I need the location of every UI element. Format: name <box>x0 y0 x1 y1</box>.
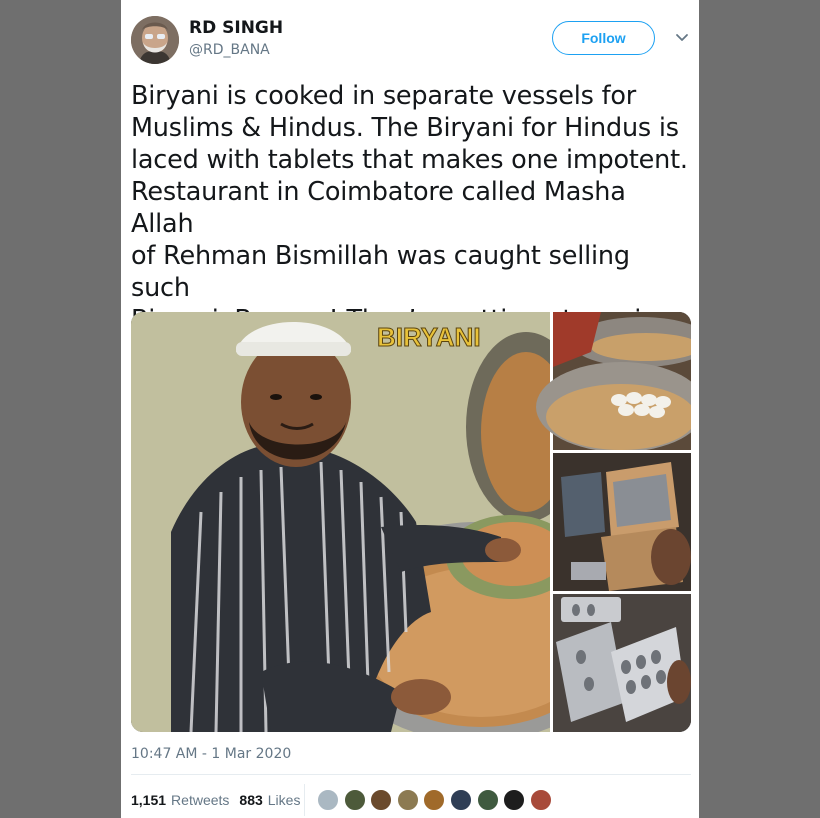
liker-avatars <box>317 789 556 811</box>
side-photo-boxes[interactable] <box>553 453 691 591</box>
liker-avatar[interactable] <box>423 789 446 811</box>
photo-caption: BIRYANI <box>377 322 481 352</box>
liker-avatar[interactable] <box>317 789 339 811</box>
side-photo-tablets[interactable] <box>553 594 691 732</box>
tweet-timestamp[interactable]: 10:47 AM - 1 Mar 2020 <box>131 746 291 762</box>
liker-avatar[interactable] <box>343 789 366 811</box>
chevron-down-icon[interactable] <box>675 30 689 44</box>
author-handle[interactable]: @RD_BANA <box>189 42 270 58</box>
side-photo-eggs[interactable] <box>536 312 691 452</box>
liker-avatar[interactable] <box>476 789 499 811</box>
author-name[interactable]: RD SINGH <box>189 18 283 38</box>
retweets-stat[interactable]: 1,151 Retweets <box>131 792 229 808</box>
retweets-count: 1,151 <box>131 792 167 808</box>
stats-separator <box>304 784 305 816</box>
liker-avatar[interactable] <box>449 789 472 811</box>
tweet-media[interactable]: BIRYANI <box>131 312 691 732</box>
liker-avatar[interactable] <box>529 789 552 811</box>
likes-label: Likes <box>267 792 301 808</box>
liker-avatar[interactable] <box>370 789 393 811</box>
likes-stat[interactable]: 883 Likes <box>239 792 300 808</box>
tweet-stats: 1,151 Retweets 883 Likes <box>131 790 300 810</box>
follow-button[interactable]: Follow <box>552 21 655 55</box>
avatar-image <box>131 16 179 64</box>
liker-avatar[interactable] <box>503 789 526 811</box>
likes-count: 883 <box>239 792 263 808</box>
liker-avatar[interactable] <box>396 789 419 811</box>
avatar[interactable] <box>131 16 179 64</box>
retweets-label: Retweets <box>171 792 230 808</box>
stats-divider <box>131 774 691 775</box>
tweet-card: RD SINGH @RD_BANA Follow Biryani is cook… <box>121 0 699 818</box>
